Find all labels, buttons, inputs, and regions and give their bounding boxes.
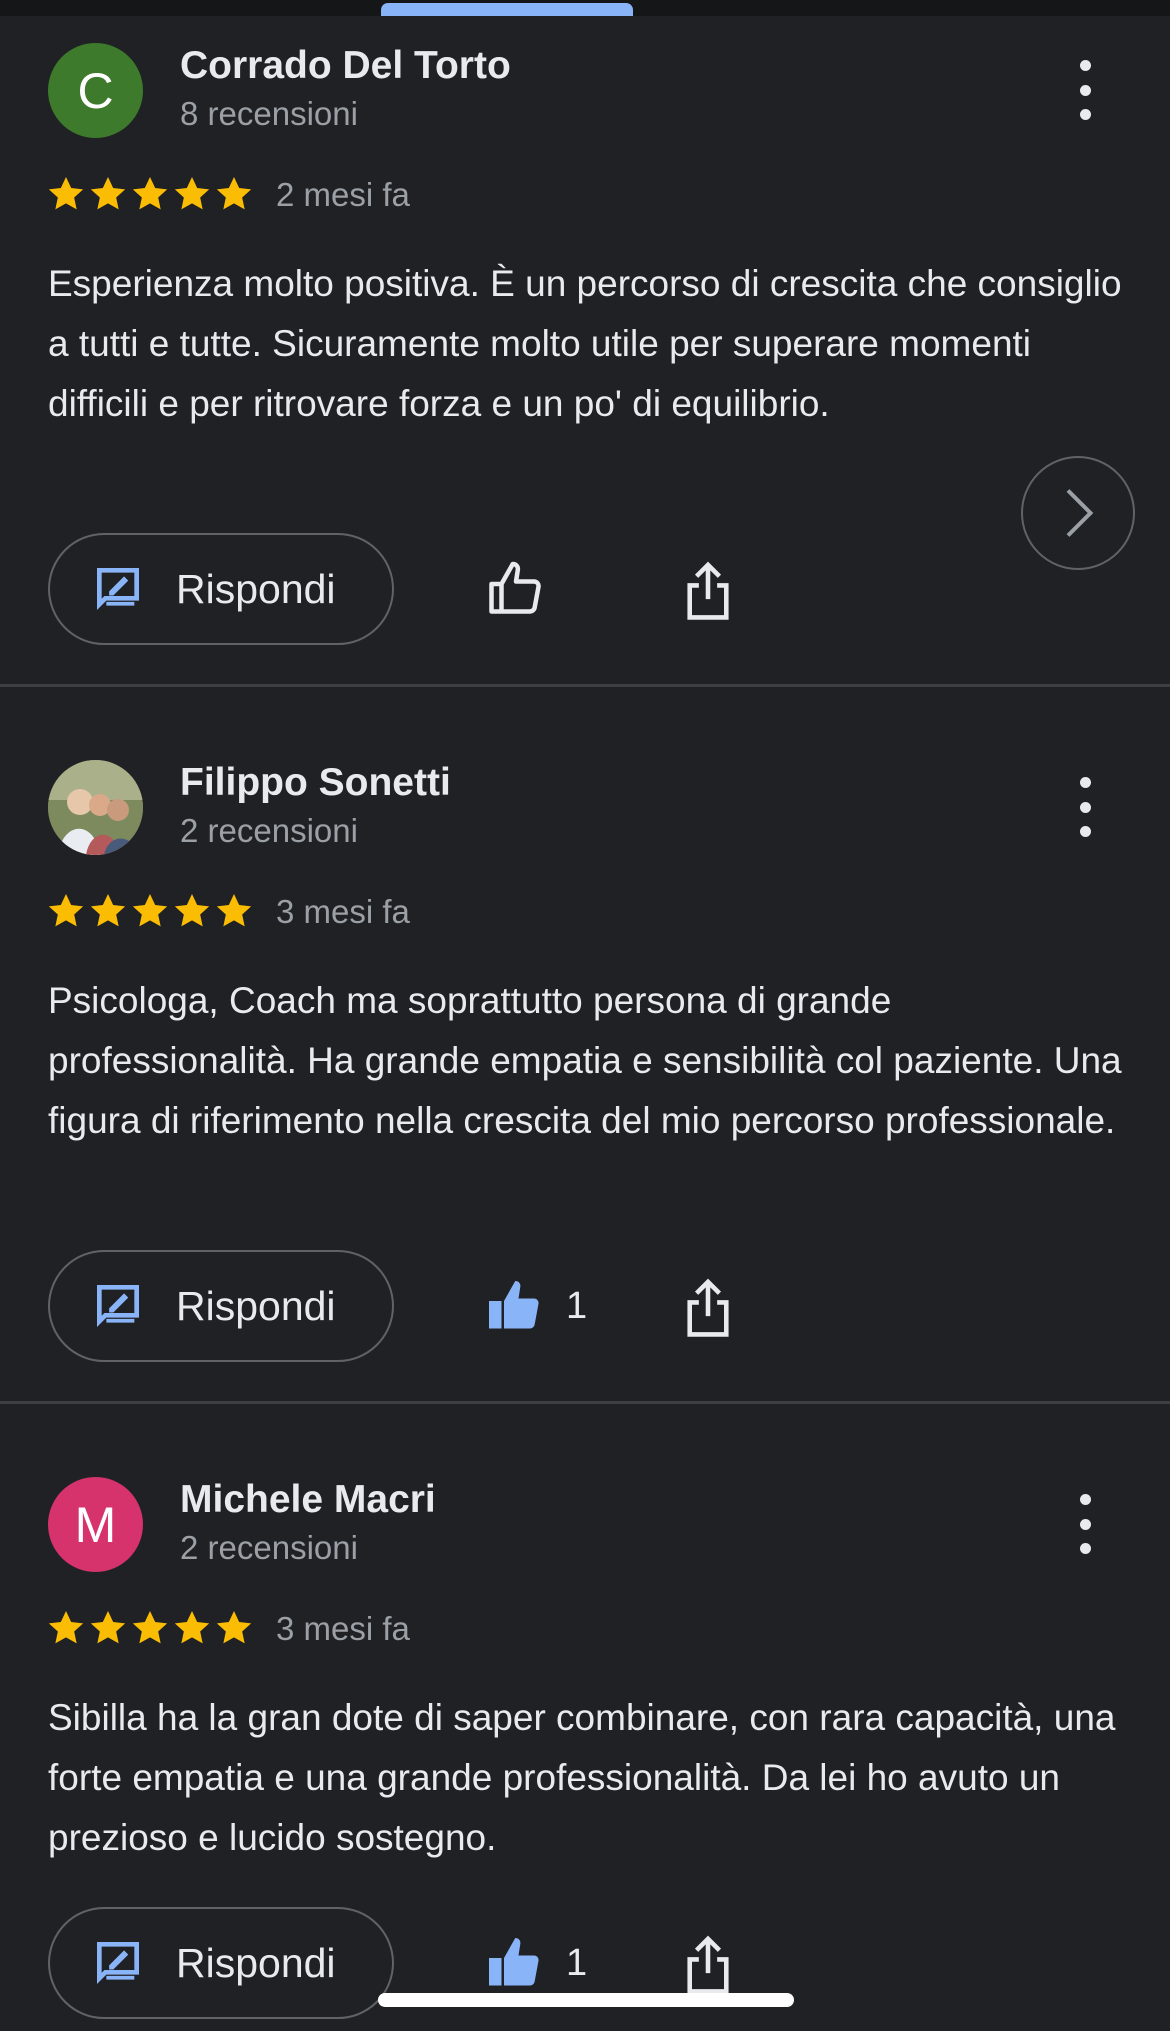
star-icon [174,1611,210,1644]
star-icon [48,894,84,927]
more-options-icon[interactable] [1070,777,1100,837]
review-date: 3 mesi fa [276,1610,410,1647]
thumb-up-icon [489,561,541,614]
avatar[interactable] [48,760,143,855]
star-icon [48,1611,84,1644]
more-options-icon[interactable] [1070,1494,1100,1554]
reply-button[interactable]: Rispondi [48,1907,394,2019]
star-icon [90,894,126,927]
reviewer-name[interactable]: Michele Macri [180,1478,436,1522]
reply-button[interactable]: Rispondi [48,533,394,645]
star-icon [216,177,252,210]
share-icon[interactable] [680,1932,736,1996]
star-icon [132,177,168,210]
review-date: 3 mesi fa [276,893,410,930]
like-button[interactable] [484,554,544,624]
review-text: Psicologa, Coach ma soprattutto persona … [48,980,1122,1141]
star-icon [48,177,84,210]
like-count: 1 [566,1284,588,1327]
sheet-drag-handle[interactable] [381,3,633,16]
reply-icon [97,568,139,610]
reply-icon [97,1942,139,1984]
share-icon[interactable] [680,558,736,622]
like-button[interactable]: 1 [484,1271,587,1341]
star-icon [90,1611,126,1644]
star-icon [216,894,252,927]
chevron-right-icon[interactable] [1021,456,1135,570]
reviewer-name[interactable]: Corrado Del Torto [180,44,511,88]
reviewer-name[interactable]: Filippo Sonetti [180,761,451,805]
star-rating [46,891,254,931]
divider [0,684,1170,687]
star-icon [132,894,168,927]
review-date: 2 mesi fa [276,176,410,213]
star-rating [46,1608,254,1648]
profile-photo-icon [48,760,143,855]
reply-icon [97,1285,139,1327]
star-icon [132,1611,168,1644]
reviewer-review-count: 2 recensioni [180,812,358,849]
thumb-up-icon [489,1938,539,1986]
reply-button-label: Rispondi [176,565,336,612]
reply-button[interactable]: Rispondi [48,1250,394,1362]
reviewer-review-count: 8 recensioni [180,95,358,132]
top-bar [0,0,1170,16]
reply-button-label: Rispondi [176,1939,336,1986]
reviewer-review-count: 2 recensioni [180,1529,358,1566]
thumb-up-icon [489,1281,539,1329]
review-text: Esperienza molto positiva. È un percorso… [48,263,1122,424]
star-rating [46,174,254,214]
share-icon[interactable] [680,1275,736,1339]
reply-button-label: Rispondi [176,1282,336,1329]
divider [0,1401,1170,1404]
star-icon [174,894,210,927]
review-text: Sibilla ha la gran dote di saper combina… [48,1697,1116,1858]
star-icon [174,177,210,210]
star-icon [90,177,126,210]
more-options-icon[interactable] [1070,60,1100,120]
like-button[interactable]: 1 [484,1928,587,1998]
avatar[interactable]: C [48,43,143,138]
star-icon [216,1611,252,1644]
home-indicator [378,1993,794,2007]
like-count: 1 [566,1941,588,1984]
avatar[interactable]: M [48,1477,143,1572]
